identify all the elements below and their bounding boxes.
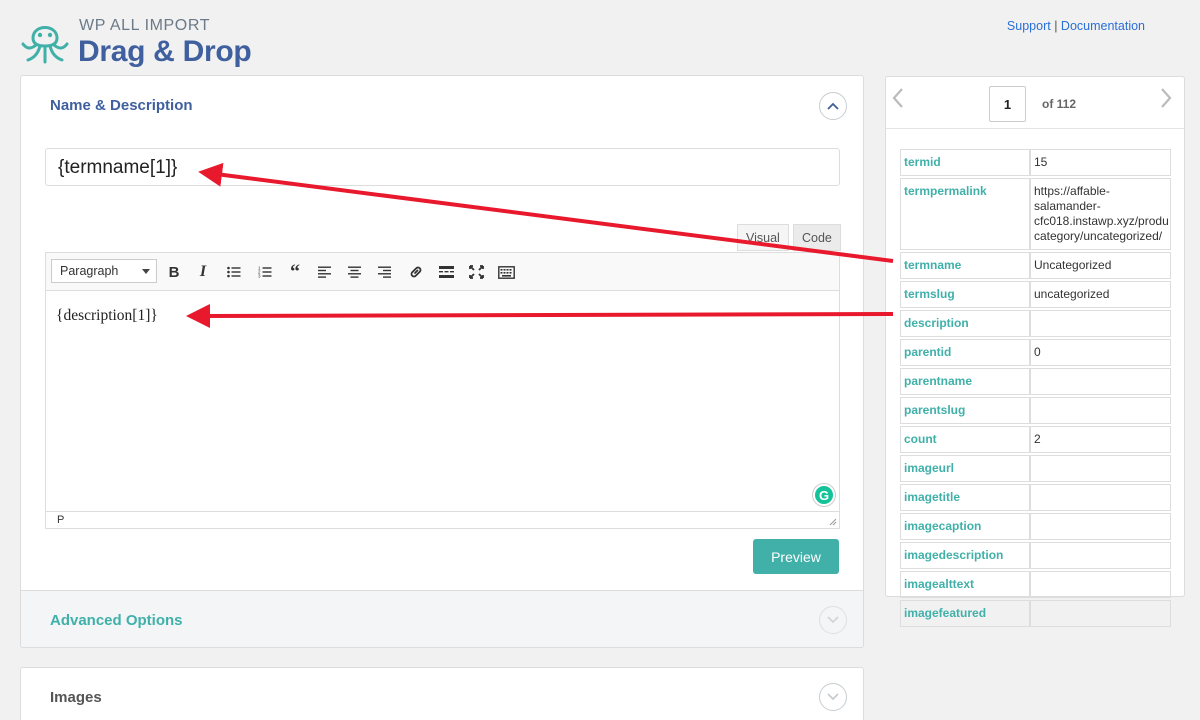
- description-content[interactable]: {description[1]}: [56, 307, 158, 325]
- field-value: [1030, 542, 1171, 569]
- field-value: [1030, 310, 1171, 337]
- field-row-imagedescription: imagedescription: [900, 542, 1171, 569]
- field-row-imageurl: imageurl: [900, 455, 1171, 482]
- documentation-link[interactable]: Documentation: [1061, 19, 1145, 33]
- brand-top: WP ALL IMPORT: [79, 17, 211, 34]
- field-row-termname: termname Uncategorized: [900, 252, 1171, 279]
- link-separator: |: [1054, 19, 1058, 33]
- field-value: [1030, 513, 1171, 540]
- editor-toolbar: Paragraph B I 123 “: [46, 253, 839, 291]
- bold-icon[interactable]: B: [162, 260, 186, 284]
- caret-down-icon: [142, 269, 150, 274]
- field-key[interactable]: imagedescription: [900, 542, 1030, 569]
- italic-icon[interactable]: I: [191, 260, 215, 284]
- tab-code[interactable]: Code: [793, 224, 841, 251]
- field-row-imagecaption: imagecaption: [900, 513, 1171, 540]
- blockquote-icon[interactable]: “: [283, 260, 307, 284]
- field-row-imagealttext: imagealttext: [900, 571, 1171, 598]
- field-key[interactable]: parentname: [900, 368, 1030, 395]
- chevron-down-icon: [827, 616, 839, 624]
- fields-table: termid 15 termpermalink https://affable- sa…: [900, 147, 1171, 629]
- field-row-imagetitle: imagetitle: [900, 484, 1171, 511]
- field-key[interactable]: count: [900, 426, 1030, 453]
- term-name-input[interactable]: {termname[1]}: [45, 148, 840, 186]
- field-row-description: description: [900, 310, 1171, 337]
- panel-title[interactable]: Images: [50, 689, 102, 706]
- align-right-icon[interactable]: [373, 260, 397, 284]
- images-panel[interactable]: Images: [20, 667, 864, 720]
- numbered-list-icon[interactable]: 123: [253, 260, 277, 284]
- chevron-right-icon[interactable]: [1159, 87, 1179, 111]
- field-value: Uncategorized: [1030, 252, 1171, 279]
- field-key[interactable]: imagealttext: [900, 571, 1030, 598]
- field-value: [1030, 368, 1171, 395]
- align-center-icon[interactable]: [343, 260, 367, 284]
- field-row-termid: termid 15: [900, 149, 1171, 176]
- fullscreen-icon[interactable]: [464, 260, 488, 284]
- preview-button[interactable]: Preview: [753, 539, 839, 574]
- page-total: of 112: [1042, 97, 1077, 111]
- field-value: 15: [1030, 149, 1171, 176]
- field-row-parentname: parentname: [900, 368, 1171, 395]
- field-value: [1030, 484, 1171, 511]
- field-key[interactable]: description: [900, 310, 1030, 337]
- panel-title[interactable]: Name & Description: [50, 97, 193, 114]
- chevron-up-icon: [827, 102, 839, 110]
- field-row-termpermalink: termpermalink https://affable- salamander…: [900, 178, 1171, 250]
- link-icon[interactable]: [404, 260, 428, 284]
- toolbar-toggle-icon[interactable]: [494, 260, 518, 284]
- field-row-imagefeatured: imagefeatured: [900, 600, 1171, 627]
- editor-path: P: [46, 511, 839, 528]
- field-value: [1030, 397, 1171, 424]
- support-link[interactable]: Support: [1007, 19, 1051, 33]
- field-value: [1030, 455, 1171, 482]
- expand-toggle[interactable]: [819, 683, 847, 711]
- panel-title[interactable]: Advanced Options: [50, 612, 183, 629]
- field-row-termslug: termslug uncategorized: [900, 281, 1171, 308]
- field-row-count: count 2: [900, 426, 1171, 453]
- advanced-options-panel[interactable]: Advanced Options: [20, 590, 864, 648]
- resize-grip-icon[interactable]: [829, 518, 837, 526]
- field-value: uncategorized: [1030, 281, 1171, 308]
- name-description-panel: Name & Description {termname[1]} Visual …: [20, 75, 864, 590]
- field-key[interactable]: termslug: [900, 281, 1030, 308]
- tab-visual[interactable]: Visual: [737, 224, 789, 251]
- field-key[interactable]: imagetitle: [900, 484, 1030, 511]
- field-key[interactable]: imageurl: [900, 455, 1030, 482]
- top-links: Support | Documentation: [1007, 19, 1145, 33]
- brand-title: Drag & Drop: [78, 35, 252, 68]
- octopus-logo-icon: [21, 26, 69, 64]
- format-select[interactable]: Paragraph: [51, 259, 157, 283]
- field-key[interactable]: termpermalink: [900, 178, 1030, 250]
- field-key[interactable]: termname: [900, 252, 1030, 279]
- field-value: [1030, 600, 1171, 627]
- field-key[interactable]: parentid: [900, 339, 1030, 366]
- field-row-parentslug: parentslug: [900, 397, 1171, 424]
- chevron-left-icon[interactable]: [891, 87, 911, 111]
- record-pager: 1 of 112: [886, 77, 1184, 129]
- field-value: 0: [1030, 339, 1171, 366]
- record-preview-panel: 1 of 112 termid 15 termpermalink https://af…: [885, 76, 1185, 627]
- grammarly-icon[interactable]: G: [813, 484, 835, 506]
- align-left-icon[interactable]: [313, 260, 337, 284]
- field-value: [1030, 571, 1171, 598]
- description-editor: Paragraph B I 123 “ {description[1]} G P: [45, 252, 840, 529]
- chevron-down-icon: [827, 693, 839, 701]
- svg-text:3: 3: [258, 274, 261, 279]
- field-key[interactable]: imagecaption: [900, 513, 1030, 540]
- page-number-input[interactable]: 1: [989, 86, 1026, 122]
- expand-toggle[interactable]: [819, 606, 847, 634]
- read-more-icon[interactable]: [434, 260, 458, 284]
- bullet-list-icon[interactable]: [222, 260, 246, 284]
- field-key[interactable]: parentslug: [900, 397, 1030, 424]
- field-value: https://affable- salamander- cfc018.inst…: [1030, 178, 1171, 250]
- field-row-parentid: parentid 0: [900, 339, 1171, 366]
- collapse-toggle[interactable]: [819, 92, 847, 120]
- format-select-value: Paragraph: [60, 264, 119, 278]
- field-value: 2: [1030, 426, 1171, 453]
- field-key[interactable]: imagefeatured: [900, 600, 1030, 627]
- field-key[interactable]: termid: [900, 149, 1030, 176]
